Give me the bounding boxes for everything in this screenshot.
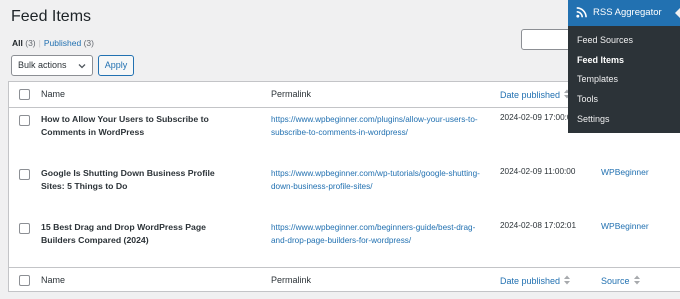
- row-checkbox[interactable]: [19, 115, 30, 126]
- table-footer: Name Permalink Date published Source: [9, 267, 680, 292]
- bulk-actions-value: Bulk actions: [18, 60, 67, 70]
- submenu-templates[interactable]: Templates: [577, 74, 618, 84]
- item-permalink[interactable]: https://www.wpbeginner.com/plugins/allow…: [271, 113, 486, 139]
- column-permalink: Permalink: [271, 89, 312, 99]
- column-source-footer[interactable]: Source: [601, 275, 641, 286]
- filter-published[interactable]: Published (3): [44, 38, 94, 48]
- apply-button[interactable]: Apply: [98, 55, 134, 76]
- column-date-published[interactable]: Date published: [500, 89, 571, 100]
- current-menu-arrow: [675, 8, 680, 18]
- menu-title: RSS Aggregator: [593, 7, 662, 18]
- submenu-settings[interactable]: Settings: [577, 114, 610, 124]
- page-title: Feed Items: [11, 8, 92, 25]
- select-all-checkbox[interactable]: [19, 89, 30, 100]
- rss-aggregator-submenu: RSS Aggregator Feed Sources Feed Items T…: [568, 0, 680, 133]
- column-name: Name: [41, 89, 66, 99]
- item-date: 2024-02-08 17:02:01: [500, 221, 577, 230]
- bulk-actions-select[interactable]: Bulk actions: [11, 55, 93, 76]
- item-title[interactable]: Google Is Shutting Down Business Profile…: [41, 167, 231, 193]
- item-permalink[interactable]: https://www.wpbeginner.com/beginners-gui…: [271, 221, 486, 247]
- status-filters: All (3) | Published (3): [12, 38, 94, 48]
- item-permalink[interactable]: https://www.wpbeginner.com/wp-tutorials/…: [271, 167, 486, 193]
- item-source[interactable]: WPBeginner: [601, 221, 649, 231]
- submenu-feed-items[interactable]: Feed Items: [577, 55, 624, 65]
- row-checkbox[interactable]: [19, 223, 30, 234]
- item-date: 2024-02-09 17:00:00: [500, 113, 577, 122]
- rss-aggregator-menu-item[interactable]: RSS Aggregator: [568, 0, 680, 26]
- row-checkbox[interactable]: [19, 169, 30, 180]
- filter-all[interactable]: All (3): [12, 38, 36, 48]
- table-row: Google Is Shutting Down Business Profile…: [9, 162, 680, 216]
- column-date-published-footer[interactable]: Date published: [500, 275, 571, 286]
- sort-icon: [633, 275, 640, 285]
- item-date: 2024-02-09 11:00:00: [500, 167, 576, 176]
- item-title[interactable]: How to Allow Your Users to Subscribe to …: [41, 113, 231, 139]
- filter-separator: |: [38, 38, 41, 48]
- item-source[interactable]: WPBeginner: [601, 167, 649, 177]
- table-row: 15 Best Drag and Drop WordPress Page Bui…: [9, 216, 680, 270]
- column-permalink-footer: Permalink: [271, 275, 312, 285]
- item-title[interactable]: 15 Best Drag and Drop WordPress Page Bui…: [41, 221, 231, 247]
- submenu-tools[interactable]: Tools: [577, 94, 598, 104]
- column-name-footer: Name: [41, 275, 66, 285]
- rss-icon: [576, 7, 587, 18]
- select-all-checkbox-footer[interactable]: [19, 275, 30, 286]
- sort-icon: [564, 275, 571, 285]
- submenu-feed-sources[interactable]: Feed Sources: [577, 35, 633, 45]
- chevron-down-icon: [78, 64, 86, 69]
